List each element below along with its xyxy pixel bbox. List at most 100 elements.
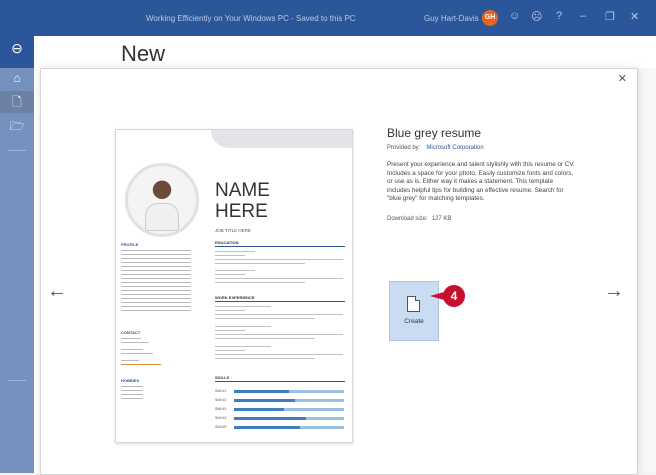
- provider-line: Provided by: Microsoft Corporation: [387, 145, 575, 151]
- text-line: [121, 278, 191, 279]
- text-line: [121, 349, 143, 350]
- back-arrow-icon[interactable]: ⊖: [0, 40, 34, 56]
- next-template-arrow-icon[interactable]: →: [604, 280, 624, 303]
- close-window-icon[interactable]: ✕: [630, 10, 639, 23]
- text-line: [215, 278, 343, 279]
- template-description: Present your experience and talent styli…: [387, 161, 575, 202]
- template-info: Blue grey resume Provided by: Microsoft C…: [387, 126, 575, 222]
- resume-section-hobbies: HOBBIES: [121, 378, 140, 383]
- skill-bar: [234, 426, 300, 429]
- text-line: [215, 318, 315, 319]
- text-line: [215, 334, 343, 335]
- text-line: [121, 338, 141, 339]
- email-line: [121, 364, 161, 365]
- text-line: [215, 270, 255, 271]
- minimize-icon[interactable]: –: [580, 10, 586, 22]
- text-line: [121, 302, 191, 303]
- download-size-line: Download size: 127 KB: [387, 216, 575, 222]
- text-line: [215, 338, 315, 339]
- download-size-label: Download size:: [387, 215, 428, 222]
- user-name: Guy Hart-Davis: [424, 14, 479, 23]
- header-decoration: [211, 130, 352, 148]
- skill-label: Skill #3: [215, 407, 227, 411]
- resume-section-profile: PROFILE: [121, 242, 139, 247]
- overlay-dim: [0, 68, 40, 473]
- step-callout: 4: [443, 285, 465, 307]
- text-line: [121, 266, 191, 267]
- text-line: [121, 274, 191, 275]
- download-size-value: 127 KB: [431, 215, 452, 222]
- text-line: [121, 342, 149, 343]
- callout-pointer: [430, 292, 444, 300]
- resume-job-title: JOB TITLE HERE: [215, 228, 251, 233]
- create-button[interactable]: Create: [389, 281, 439, 341]
- template-title: Blue grey resume: [387, 126, 482, 140]
- resume-section-work-experience: WORK EXPERIENCE: [215, 295, 255, 300]
- document-icon: [407, 296, 420, 312]
- text-line: [121, 360, 139, 361]
- avatar[interactable]: GH: [482, 10, 498, 26]
- skill-bar: [234, 390, 289, 393]
- template-thumbnail: PROFILE CONTACT HOBBIES NAME HERE JOB TI…: [115, 129, 353, 443]
- resume-section-contact: CONTACT: [121, 330, 141, 335]
- text-line: [121, 258, 191, 259]
- text-line: [121, 282, 191, 283]
- skill-bar: [234, 408, 284, 411]
- overlay-right-edge: [636, 68, 656, 473]
- text-line: [215, 255, 245, 256]
- close-dialog-icon[interactable]: ✕: [618, 72, 627, 85]
- text-line: [121, 298, 191, 299]
- text-line: [215, 346, 271, 347]
- resume-name-line2: HERE: [215, 201, 268, 222]
- resume-left-column: PROFILE CONTACT HOBBIES: [116, 130, 208, 442]
- text-line: [215, 251, 255, 252]
- text-line: [121, 386, 143, 387]
- template-preview-dialog: ✕ ← → PROFILE CONTACT HOBBIES NAME HERE …: [40, 68, 638, 475]
- help-icon[interactable]: ?: [556, 10, 562, 22]
- text-line: [215, 263, 305, 264]
- resume-name-line1: NAME: [215, 180, 270, 201]
- text-line: [215, 306, 271, 307]
- text-line: [121, 262, 191, 263]
- restore-icon[interactable]: ❐: [605, 10, 615, 23]
- provided-by-label: Provided by:: [387, 145, 421, 151]
- previous-template-arrow-icon[interactable]: ←: [47, 280, 67, 303]
- text-line: [121, 294, 191, 295]
- create-button-label: Create: [404, 318, 424, 325]
- skill-bar: [234, 417, 306, 420]
- text-line: [215, 330, 245, 331]
- resume-photo: [125, 163, 199, 237]
- text-line: [121, 398, 143, 399]
- title-bar: Working Efficiently on Your Windows PC -…: [34, 0, 656, 36]
- section-rule: [215, 301, 345, 302]
- skill-bar: [234, 399, 295, 402]
- text-line: [121, 270, 191, 271]
- text-line: [215, 358, 315, 359]
- resume-section-education: EDUCATION: [215, 240, 239, 245]
- text-line: [215, 354, 343, 355]
- text-line: [121, 290, 191, 291]
- provider-link[interactable]: Microsoft Corporation: [426, 145, 483, 151]
- frown-icon[interactable]: ☹: [531, 10, 542, 23]
- text-line: [215, 326, 271, 327]
- text-line: [215, 274, 245, 275]
- section-rule: [215, 246, 345, 247]
- text-line: [215, 310, 245, 311]
- text-line: [121, 310, 191, 311]
- text-line: [121, 353, 153, 354]
- text-line: [121, 394, 143, 395]
- section-rule: [215, 381, 345, 382]
- resume-section-skills: SKILLS: [215, 375, 230, 380]
- text-line: [121, 254, 191, 255]
- skill-label: Skill #1: [215, 389, 227, 393]
- text-line: [121, 306, 191, 307]
- window-title: Working Efficiently on Your Windows PC -…: [146, 14, 356, 23]
- smiley-icon[interactable]: ☺: [509, 10, 520, 22]
- skill-label: Skill #2: [215, 398, 227, 402]
- text-line: [121, 390, 143, 391]
- text-line: [121, 250, 191, 251]
- text-line: [121, 286, 191, 287]
- skill-label: Skill #4: [215, 416, 227, 420]
- text-line: [215, 282, 305, 283]
- text-line: [215, 259, 343, 260]
